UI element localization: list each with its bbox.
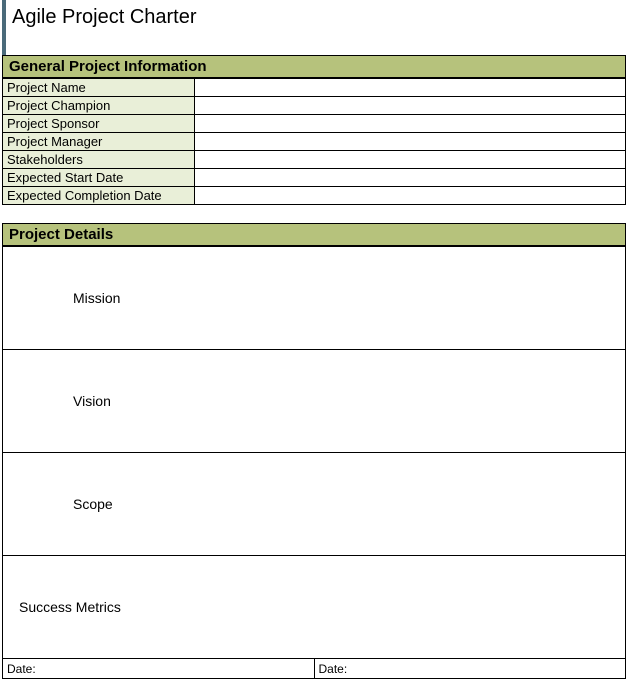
general-info-header: General Project Information — [2, 55, 626, 78]
page-title: Agile Project Charter — [12, 6, 626, 29]
general-info-table: Project Name Project Champion Project Sp… — [2, 78, 626, 205]
field-value[interactable] — [195, 115, 626, 133]
table-row: Project Manager — [3, 133, 626, 151]
date-right-cell[interactable]: Date: — [314, 659, 625, 678]
field-value[interactable] — [195, 133, 626, 151]
field-value[interactable] — [195, 97, 626, 115]
field-value[interactable] — [195, 79, 626, 97]
detail-mission-label[interactable]: Mission — [3, 247, 626, 350]
field-label: Stakeholders — [3, 151, 195, 169]
title-area: Agile Project Charter — [2, 0, 626, 55]
table-row: Expected Completion Date — [3, 187, 626, 205]
field-label: Expected Start Date — [3, 169, 195, 187]
date-right-label: Date: — [319, 662, 348, 676]
table-row: Success Metrics — [3, 556, 626, 659]
detail-vision-label[interactable]: Vision — [3, 350, 626, 453]
table-row: Expected Start Date — [3, 169, 626, 187]
field-label: Expected Completion Date — [3, 187, 195, 205]
detail-scope-label[interactable]: Scope — [3, 453, 626, 556]
project-charter-page: Agile Project Charter General Project In… — [2, 0, 626, 679]
field-value[interactable] — [195, 169, 626, 187]
table-row: Scope — [3, 453, 626, 556]
table-row: Vision — [3, 350, 626, 453]
project-details-header: Project Details — [2, 223, 626, 246]
table-row: Project Name — [3, 79, 626, 97]
detail-success-metrics-label[interactable]: Success Metrics — [3, 556, 626, 659]
field-label: Project Name — [3, 79, 195, 97]
date-row: Date: Date: — [3, 659, 626, 679]
table-row: Project Champion — [3, 97, 626, 115]
project-details-table: Mission Vision Scope Success Metrics Dat… — [2, 246, 626, 679]
spacer — [2, 205, 626, 223]
field-label: Project Manager — [3, 133, 195, 151]
field-label: Project Champion — [3, 97, 195, 115]
field-label: Project Sponsor — [3, 115, 195, 133]
table-row: Project Sponsor — [3, 115, 626, 133]
field-value[interactable] — [195, 151, 626, 169]
table-row: Mission — [3, 247, 626, 350]
date-left-cell[interactable]: Date: — [3, 659, 314, 678]
table-row: Stakeholders — [3, 151, 626, 169]
date-left-label: Date: — [7, 662, 36, 676]
field-value[interactable] — [195, 187, 626, 205]
